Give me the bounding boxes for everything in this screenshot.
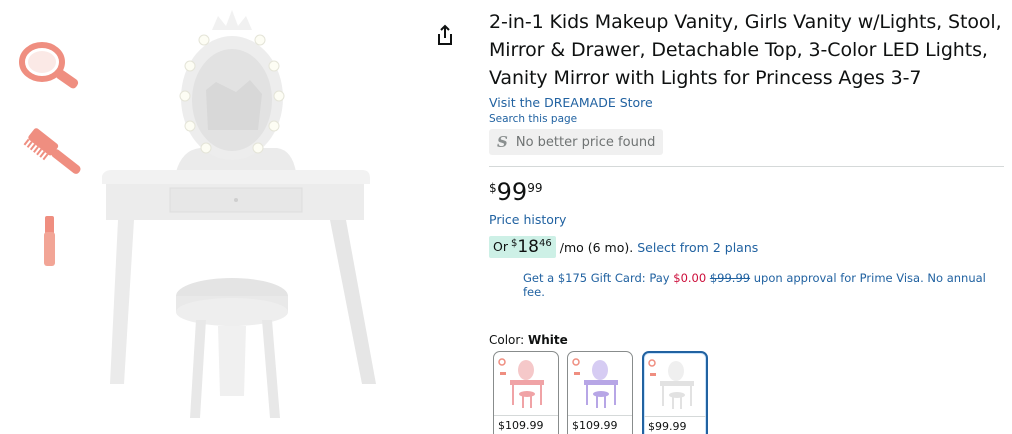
gift-text-1: Get a $175 Gift Card: Pay	[523, 271, 674, 285]
price-check-text: No better price found	[515, 134, 656, 150]
color-label: Color:	[489, 333, 525, 347]
product-title: 2-in-1 Kids Makeup Vanity, Girls Vanity …	[489, 11, 1002, 89]
product-image[interactable]	[0, 0, 470, 434]
monthly-whole: 18	[517, 237, 539, 257]
price-symbol: $	[489, 181, 497, 195]
price-check-pill[interactable]: S No better price found	[489, 129, 664, 155]
select-plans-link[interactable]: Select from 2 plans	[637, 240, 758, 255]
vanity-table	[102, 170, 376, 418]
hand-mirror-accessory	[19, 42, 79, 89]
monthly-fraction: 46	[539, 238, 552, 249]
color-swatch-purple[interactable]: $109.99	[567, 351, 633, 434]
divider	[489, 166, 1004, 167]
s-logo-icon: S	[497, 133, 508, 151]
swatch-white-thumbnail	[648, 359, 694, 409]
share-button[interactable]	[433, 22, 457, 48]
share-icon	[438, 24, 452, 45]
swatch-purple-price: $109.99	[568, 415, 632, 434]
price: $ 99 99	[489, 179, 1004, 207]
price-fraction: 99	[527, 181, 543, 195]
gift-card-offer[interactable]: Get a $175 Gift Card: Pay $0.00 $99.99 u…	[523, 271, 1004, 299]
comb-accessory	[23, 128, 81, 174]
color-swatch-pink[interactable]: $109.99	[493, 351, 559, 434]
monthly-per: /mo (6 mo).	[559, 239, 634, 255]
monthly-badge: Or $ 18 46	[489, 236, 556, 258]
price-whole: 99	[496, 178, 528, 206]
swatch-purple-thumbnail	[572, 358, 618, 408]
store-link[interactable]: Visit the DREAMADE Store	[489, 95, 1004, 110]
product-image-area[interactable]	[0, 0, 470, 434]
product-info: 2-in-1 Kids Makeup Vanity, Girls Vanity …	[489, 8, 1004, 299]
swatch-pink-price: $109.99	[494, 415, 558, 434]
gift-old-price: $99.99	[709, 271, 751, 285]
swatch-white-price: $99.99	[644, 416, 706, 434]
lipstick-accessory	[44, 216, 55, 266]
color-selected-value: White	[528, 333, 568, 347]
color-swatch-white[interactable]: $99.99	[642, 351, 708, 434]
swatch-pink-thumbnail	[498, 358, 544, 408]
monthly-or: Or	[493, 239, 508, 254]
vanity-mirror	[176, 10, 296, 172]
gift-pay-amount: $0.00	[673, 271, 707, 285]
price-history-link[interactable]: Price history	[489, 212, 1004, 227]
color-label-row: Color: White	[489, 333, 568, 347]
search-this-page-link[interactable]: Search this page	[489, 113, 1004, 125]
monthly-payment: Or $ 18 46 /mo (6 mo). Select from 2 pla…	[489, 236, 1004, 258]
